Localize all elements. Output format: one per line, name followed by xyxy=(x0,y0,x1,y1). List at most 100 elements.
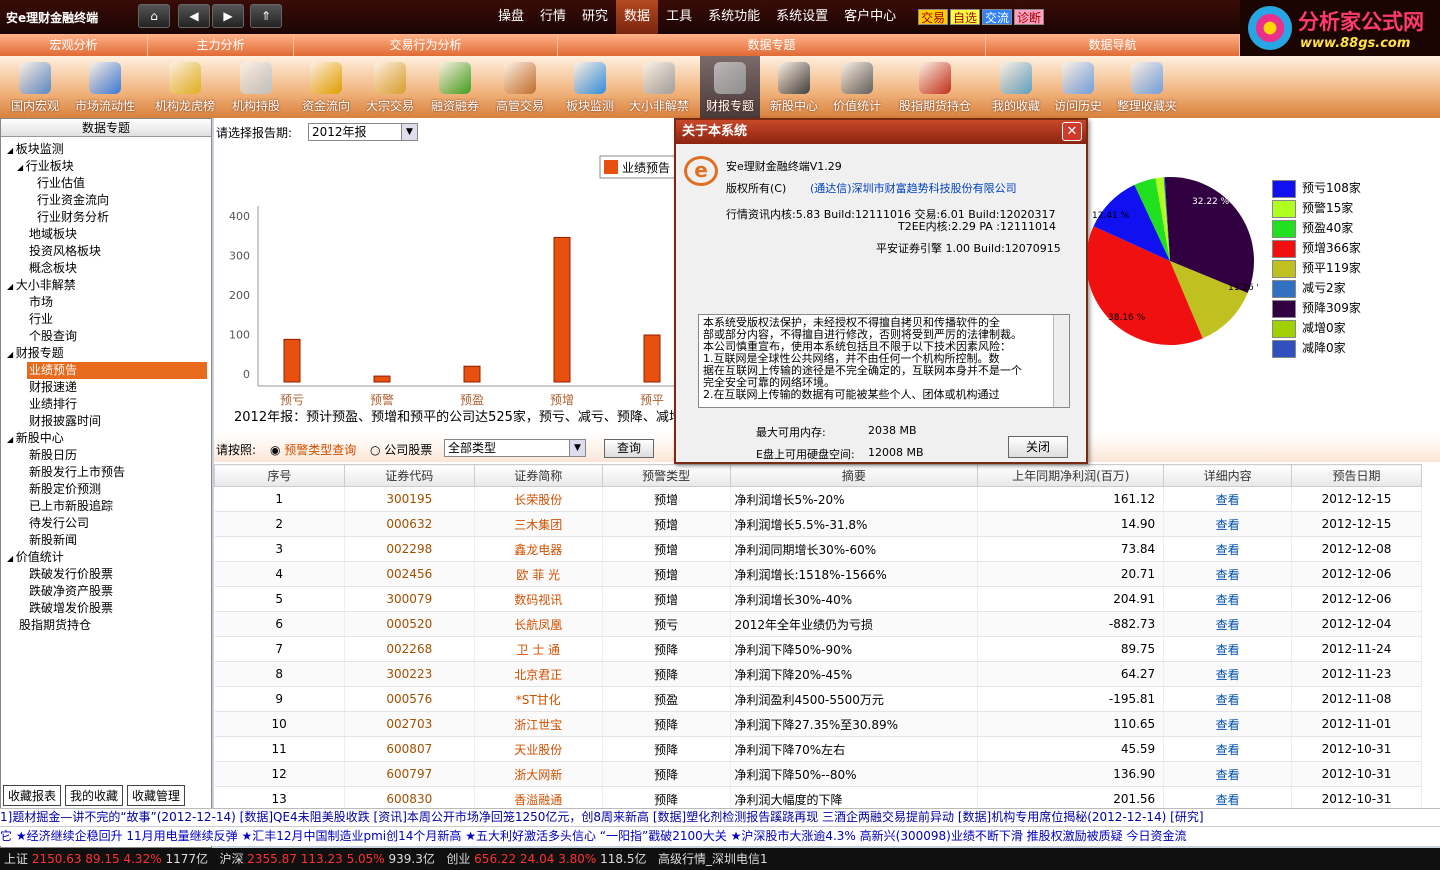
tree-item[interactable]: 行业资金流向 xyxy=(3,192,209,209)
table-row[interactable]: 9 000576 *ST甘化 预盈 净利润盈利4500-5500万元 -195.81 查看 2… xyxy=(214,686,1422,712)
tree-item[interactable]: ◢ 行业板块 xyxy=(3,158,209,175)
tree-item[interactable]: 跌破净资产股票 xyxy=(3,583,209,600)
tree-item[interactable]: 概念板块 xyxy=(3,260,209,277)
tree-item[interactable]: 新股发行上市预告 xyxy=(3,464,209,481)
tree-item[interactable]: 地域板块 xyxy=(3,226,209,243)
tool-13[interactable]: 股指期货持仓 xyxy=(890,56,980,118)
table-row[interactable]: 6 000520 长航凤凰 预亏 2012年全年业绩仍为亏损 -882.73 查看 2012-… xyxy=(214,611,1422,637)
quick-button-2[interactable]: 交流 xyxy=(982,9,1013,25)
radio-stock[interactable]: ○ 公司股票 xyxy=(370,441,432,458)
column-header[interactable]: 证券简称 xyxy=(473,464,603,487)
tree-item[interactable]: 财报披露时间 xyxy=(3,413,209,430)
tree-item[interactable]: 已上市新股追踪 xyxy=(3,498,209,515)
tree-item[interactable]: 新股新闻 xyxy=(3,532,209,549)
tree-item[interactable]: ◢ 大小非解禁 xyxy=(3,277,209,294)
tree-item[interactable]: ◢ 新股中心 xyxy=(3,430,209,447)
table-row[interactable]: 12 600797 浙大网新 预降 净利润下降50%--80% 136.90 查看 2012-… xyxy=(214,761,1422,787)
table-row[interactable]: 7 002268 卫 士 通预降 净利润下降50%-90% 89.75 查看 2012-11… xyxy=(214,636,1422,662)
expand-icon[interactable]: ◢ xyxy=(7,282,16,291)
tree-item[interactable]: 跌破增发价股票 xyxy=(3,600,209,617)
tool-9[interactable]: 大小非解禁 xyxy=(624,56,694,118)
column-header[interactable]: 证券代码 xyxy=(343,464,475,487)
tool-6[interactable]: 融资融券 xyxy=(424,56,486,118)
table-row[interactable]: 2 000632 三木集团 预增 净利润增长5.5%-31.8% 14.90 查看 2012-… xyxy=(214,511,1422,537)
table-cell[interactable]: 查看 xyxy=(1163,761,1293,787)
tree-item[interactable]: ◢ 板块监测 xyxy=(3,141,209,158)
table-cell[interactable]: 查看 xyxy=(1163,736,1293,762)
tool-16[interactable]: 整理收藏夹 xyxy=(1112,56,1182,118)
quick-button-0[interactable]: 交易 xyxy=(918,9,949,25)
column-header[interactable]: 预告日期 xyxy=(1291,464,1422,487)
table-cell[interactable]: 查看 xyxy=(1163,561,1293,587)
forward-button[interactable]: ▶ xyxy=(212,4,244,28)
column-header[interactable]: 详细内容 xyxy=(1163,464,1293,487)
tool-5[interactable]: 大宗交易 xyxy=(360,56,420,118)
table-row[interactable]: 4 002456 欧 菲 光预增 净利润增长:1518%-1566% 20.71 查看 20… xyxy=(214,561,1422,587)
quick-button-1[interactable]: 自选 xyxy=(950,9,981,25)
menu-item-5[interactable]: 系统功能 xyxy=(700,0,768,34)
left-panel-button-0[interactable]: 收藏报表 xyxy=(3,785,62,806)
home-button[interactable]: ⌂ xyxy=(138,4,170,28)
table-cell[interactable]: 查看 xyxy=(1163,586,1293,612)
table-cell[interactable]: 查看 xyxy=(1163,611,1293,637)
tree-item[interactable]: 业绩排行 xyxy=(3,396,209,413)
close-icon[interactable]: ✕ xyxy=(1062,122,1082,141)
tool-10[interactable]: 财报专题 xyxy=(700,56,760,118)
tool-0[interactable]: 国内宏观 xyxy=(4,56,66,118)
tree-item[interactable]: 股指期货持仓 xyxy=(3,617,209,634)
tool-14[interactable]: 我的收藏 xyxy=(986,56,1046,118)
tree-item[interactable]: 财报速递 xyxy=(3,379,209,396)
tree-item[interactable]: 市场 xyxy=(3,294,209,311)
table-row[interactable]: 5 300079 数码视讯 预增 净利润增长30%-40% 204.91 查看 2012-12… xyxy=(214,586,1422,612)
news-ticker-1[interactable]: 1]题材掘金—讲不完的“故事”(2012-12-14) [数据]QE4未阻美股收… xyxy=(0,808,1440,826)
expand-icon[interactable]: ◢ xyxy=(7,350,16,359)
table-row[interactable]: 3 002298 鑫龙电器 预增 净利润同期增长30%-60% 73.84 查看 2012-1… xyxy=(214,536,1422,562)
tree-item[interactable]: 待发行公司 xyxy=(3,515,209,532)
table-cell[interactable]: 查看 xyxy=(1163,536,1293,562)
tree-item[interactable]: 行业 xyxy=(3,311,209,328)
left-panel-button-2[interactable]: 收藏管理 xyxy=(127,785,186,806)
tool-3[interactable]: 机构持股 xyxy=(226,56,286,118)
tree-item[interactable]: 新股日历 xyxy=(3,447,209,464)
tool-7[interactable]: 高管交易 xyxy=(490,56,550,118)
table-cell[interactable]: 查看 xyxy=(1163,711,1293,737)
table-cell[interactable]: 查看 xyxy=(1163,686,1293,712)
tree-item[interactable]: ◢ 价值统计 xyxy=(3,549,209,566)
type-select[interactable]: 全部类型 ▼ xyxy=(444,439,586,457)
menu-item-0[interactable]: 操盘 xyxy=(490,0,532,34)
column-header[interactable]: 上年同期净利润(百万) xyxy=(977,464,1165,487)
menu-item-2[interactable]: 研究 xyxy=(574,0,616,34)
scrollbar[interactable] xyxy=(1053,315,1069,407)
tool-1[interactable]: 市场流动性 xyxy=(70,56,140,118)
period-select[interactable]: 2012年报 ▼ xyxy=(308,123,418,141)
radio-type[interactable]: ◉ 预警类型查询 xyxy=(270,441,356,458)
menu-item-1[interactable]: 行情 xyxy=(532,0,574,34)
tree-item[interactable]: 个股查询 xyxy=(3,328,209,345)
tool-11[interactable]: 新股中心 xyxy=(766,56,822,118)
tool-15[interactable]: 访问历史 xyxy=(1050,56,1106,118)
table-row[interactable]: 10 002703 浙江世宝 预降 净利润下降27.35%至30.89% 110.65 查看… xyxy=(214,711,1422,737)
expand-icon[interactable]: ◢ xyxy=(7,146,16,155)
table-cell[interactable]: 查看 xyxy=(1163,636,1293,662)
table-cell[interactable]: 查看 xyxy=(1163,661,1293,687)
menu-item-3[interactable]: 数据 xyxy=(616,0,659,34)
tree-item[interactable]: 行业财务分析 xyxy=(3,209,209,226)
tool-4[interactable]: 资金流向 xyxy=(296,56,356,118)
expand-icon[interactable]: ◢ xyxy=(7,554,16,563)
column-header[interactable]: 预警类型 xyxy=(601,464,731,487)
expand-icon[interactable]: ◢ xyxy=(7,435,16,444)
table-cell[interactable]: 查看 xyxy=(1163,511,1293,537)
column-header[interactable]: 序号 xyxy=(214,464,345,487)
expand-icon[interactable]: ◢ xyxy=(17,163,26,172)
tree-item[interactable]: ◢ 财报专题 xyxy=(3,345,209,362)
table-cell[interactable]: 查看 xyxy=(1163,486,1293,512)
license-textbox[interactable]: 本系统受版权法保护，未经授权不得擅自拷贝和传播软件的全 部或部分内容，不得擅自进行… xyxy=(698,314,1070,408)
tree-item[interactable]: 行业估值 xyxy=(3,175,209,192)
news-ticker-2[interactable]: 它 ★经济继续企稳回升 11月用电量继续反弹 ★汇丰12月中国制造业pmi创14… xyxy=(0,826,1440,846)
back-button[interactable]: ◀ xyxy=(178,4,210,28)
tool-12[interactable]: 价值统计 xyxy=(830,56,884,118)
dialog-close-button[interactable]: 关闭 xyxy=(1008,436,1068,458)
tool-2[interactable]: 机构龙虎榜 xyxy=(150,56,220,118)
tool-8[interactable]: 板块监测 xyxy=(560,56,620,118)
tree-item[interactable]: 新股定价预测 xyxy=(3,481,209,498)
